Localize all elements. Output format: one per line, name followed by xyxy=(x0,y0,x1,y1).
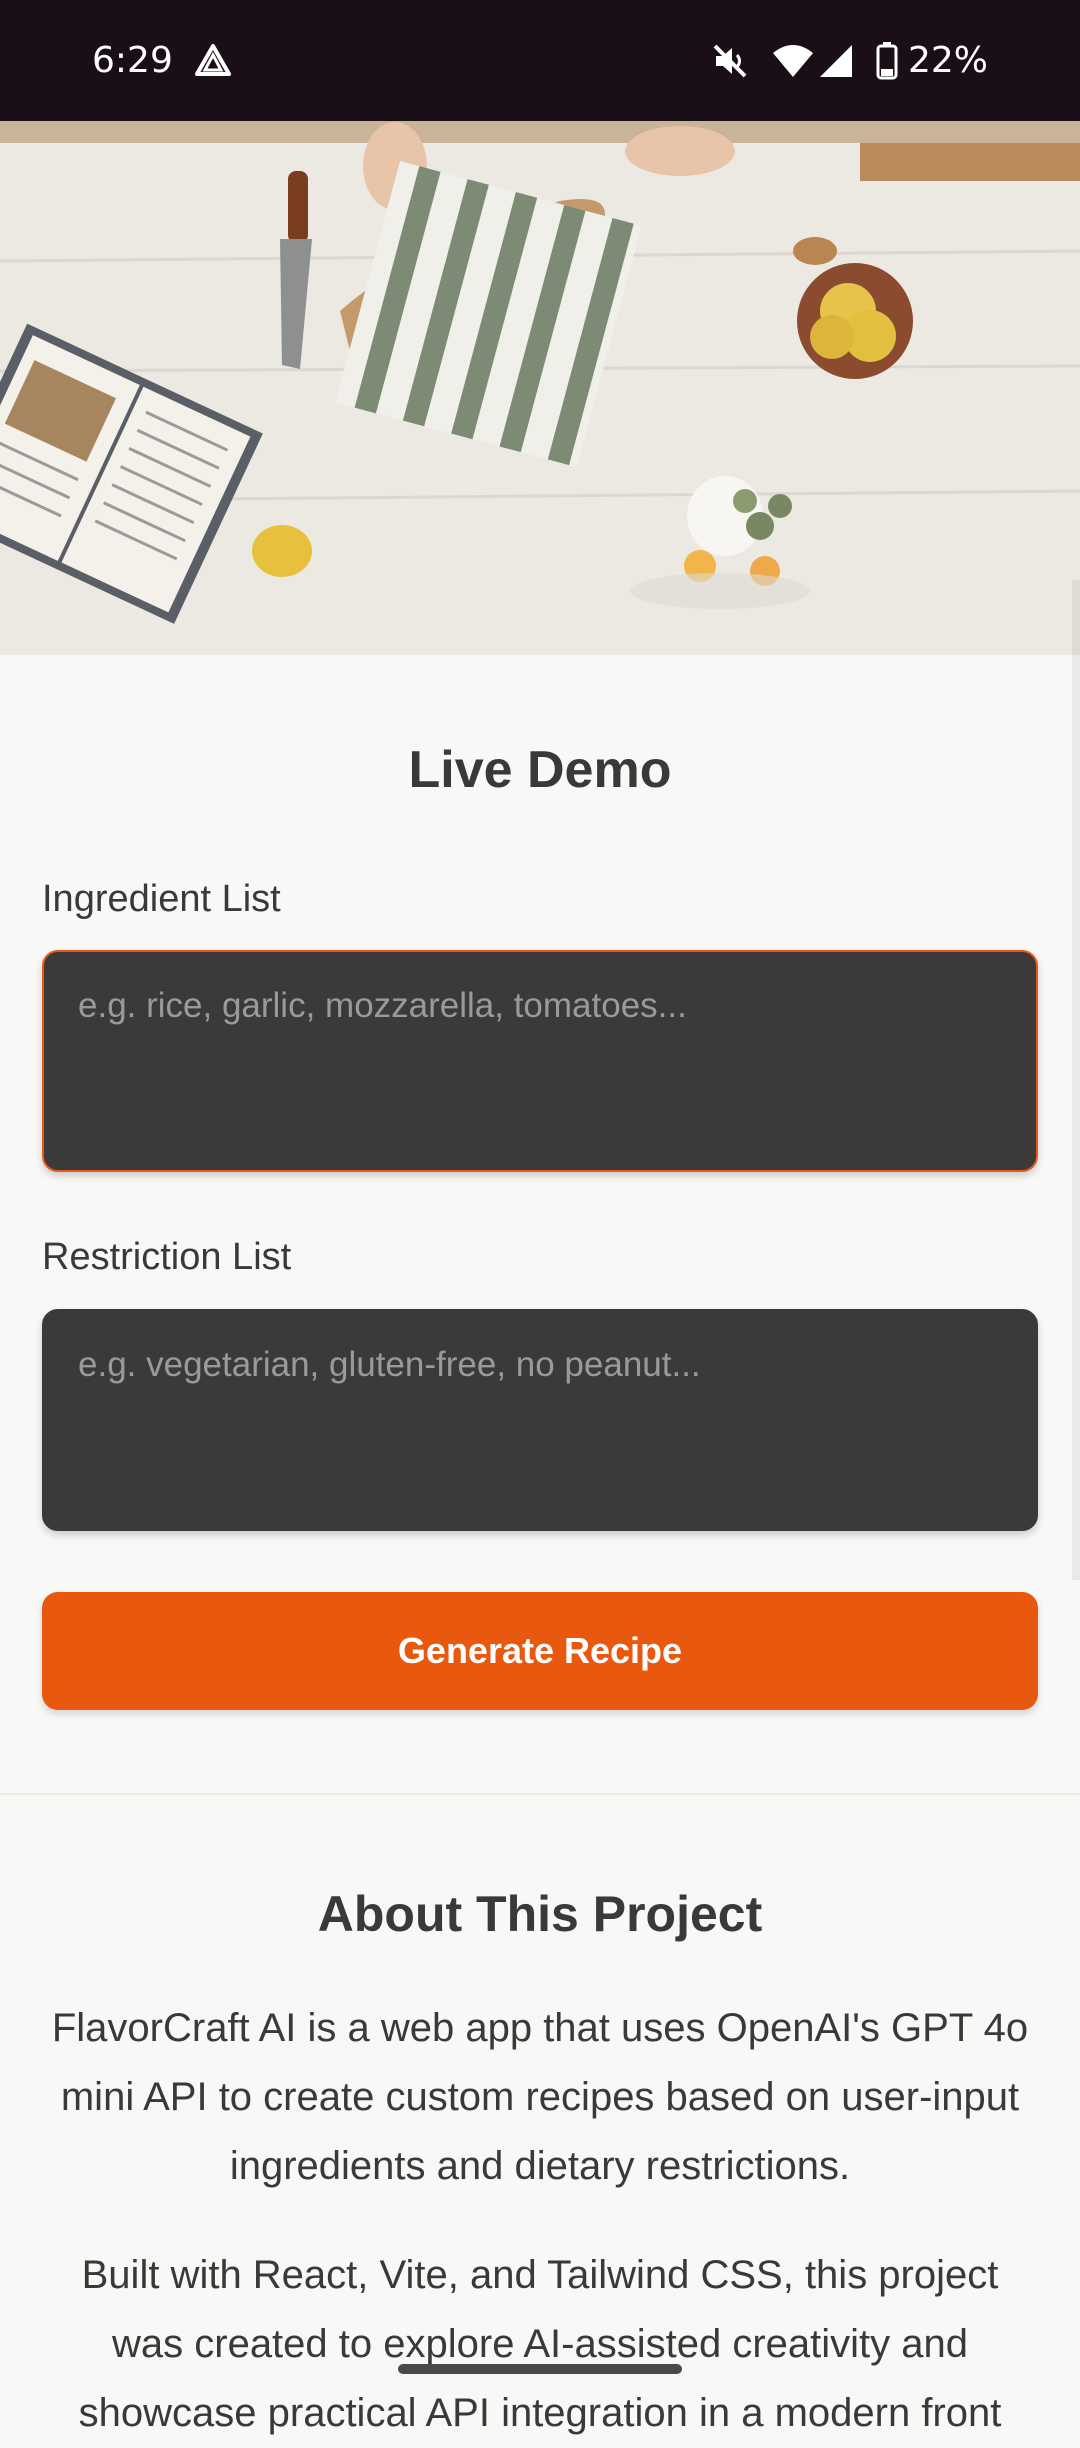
generate-recipe-button[interactable]: Generate Recipe xyxy=(42,1592,1038,1710)
status-time: 6:29 xyxy=(92,40,173,81)
status-bar-right: 22% xyxy=(688,40,988,81)
about-title: About This Project xyxy=(317,1886,763,1942)
signal-icon xyxy=(819,44,852,77)
ingredient-list-label: Ingredient List xyxy=(42,878,281,920)
hero-image xyxy=(0,121,1080,655)
about-paragraph-2: Built with React, Vite, and Tailwind CSS… xyxy=(78,2253,1002,2435)
scrollbar[interactable] xyxy=(1072,580,1080,1580)
ingredient-list-input[interactable]: e.g. rice, garlic, mozzarella, tomatoes.… xyxy=(42,950,1038,1172)
restriction-list-label: Restriction List xyxy=(42,1236,292,1278)
mute-icon xyxy=(713,44,747,77)
kitchen-table-photo xyxy=(0,121,1080,655)
status-bar-left: 6:29 xyxy=(92,40,233,81)
battery-percent: 22% xyxy=(907,40,988,81)
live-demo-title: Live Demo xyxy=(408,741,672,799)
wifi-icon xyxy=(772,44,813,77)
restriction-list-input[interactable]: e.g. vegetarian, gluten-free, no peanut.… xyxy=(42,1309,1038,1531)
about-paragraph-1: FlavorCraft AI is a web app that uses Op… xyxy=(51,2006,1029,2188)
restriction-placeholder: e.g. vegetarian, gluten-free, no peanut.… xyxy=(78,1345,701,1384)
section-divider xyxy=(0,1793,1080,1795)
ingredient-placeholder: e.g. rice, garlic, mozzarella, tomatoes.… xyxy=(78,986,687,1025)
battery-icon xyxy=(876,41,898,79)
drive-alert-icon xyxy=(194,43,231,76)
status-bar: 6:29 22% xyxy=(0,0,1080,121)
gesture-nav-handle[interactable] xyxy=(398,2364,682,2374)
